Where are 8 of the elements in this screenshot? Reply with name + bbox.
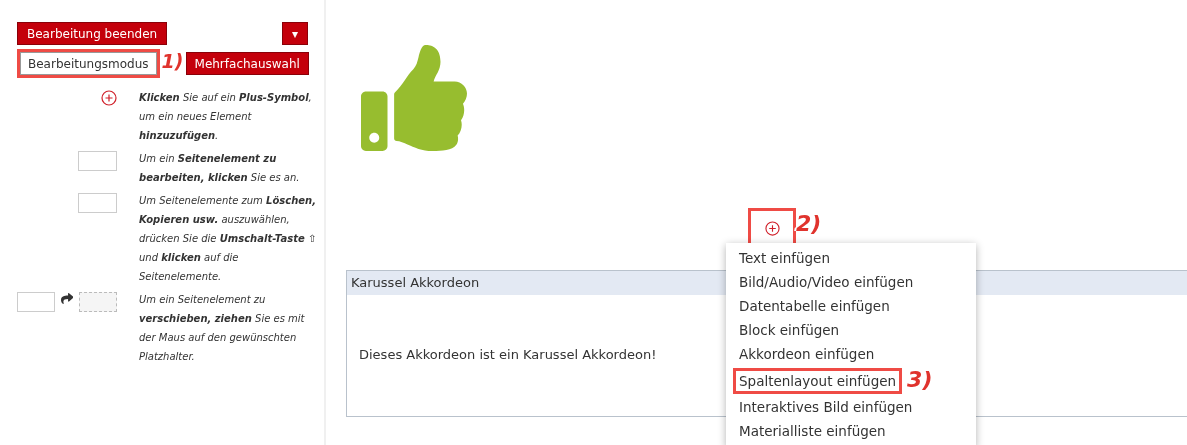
callout-label: 3)	[907, 367, 933, 392]
help-text: Klicken Sie auf ein Plus-Symbol, um ein neues Element hinzuzufügen.	[139, 91, 313, 143]
help-text: Um ein Seitenelement zu verschieben, ziehen Sie es mit der Maus auf den gewünschten Platzhalter.	[139, 293, 306, 364]
help-text: Um ein Seitenelement zu bearbeiten, klicken Sie es an.	[139, 152, 301, 185]
callout-label: 1)	[161, 50, 184, 72]
help-text: Um Seitenelemente zum Löschen, Kopieren usw. auszuwählen, drücken Sie die Umschalt-Taste ⇧ und klicken auf die Seitenelemente.	[139, 194, 317, 284]
callout-label: 2)	[796, 211, 822, 236]
accordion-text: Dieses Akkordeon ist ein Karussel Akkordeon!	[359, 347, 657, 362]
